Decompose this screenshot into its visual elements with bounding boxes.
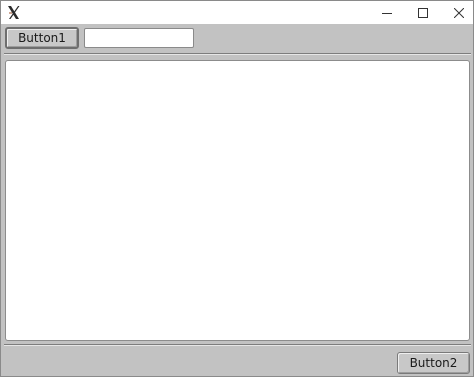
maximize-button[interactable] [405, 1, 441, 24]
minimize-icon [382, 3, 392, 22]
bottom-separator [4, 344, 471, 346]
title-bar[interactable] [1, 1, 473, 24]
toolbar: Button1 [1, 24, 473, 53]
content-area[interactable] [5, 60, 470, 341]
close-button[interactable] [441, 1, 473, 24]
button1[interactable]: Button1 [5, 27, 79, 49]
close-icon [453, 3, 465, 22]
x-app-icon [6, 5, 21, 20]
text-input[interactable] [84, 28, 194, 48]
maximize-icon [418, 3, 428, 22]
minimize-button[interactable] [369, 1, 405, 24]
app-window: Button1 Button2 [0, 0, 474, 377]
top-separator [4, 53, 471, 55]
button2[interactable]: Button2 [397, 352, 470, 374]
